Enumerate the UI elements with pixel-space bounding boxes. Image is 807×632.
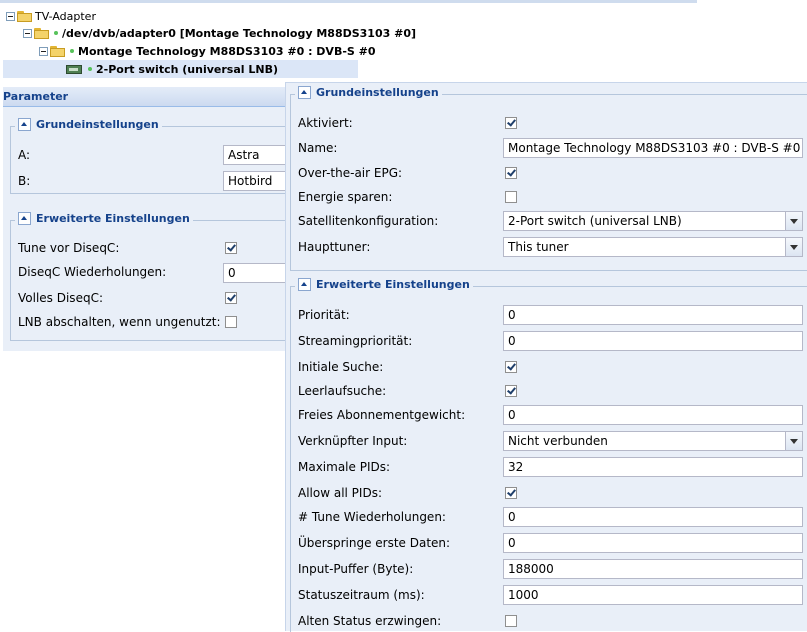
folder-icon [50, 45, 65, 57]
tree-node-label: /dev/dvb/adapter0 [Montage Technology M8… [62, 26, 416, 40]
input-diseqc-repeats[interactable]: 0 [223, 263, 285, 283]
status-dot-icon [88, 67, 92, 71]
field-label-streaming-priority: Streamingpriorität: [298, 334, 413, 348]
input-skip-initial[interactable]: 0 [503, 533, 803, 553]
input-name[interactable]: Montage Technology M88DS3103 #0 : DVB-S … [503, 138, 803, 158]
collapse-toggle-icon[interactable] [6, 11, 15, 21]
field-label-enabled: Aktiviert: [298, 116, 353, 130]
checkbox-allow-all-pids[interactable] [505, 487, 517, 499]
select-satconf[interactable]: 2-Port switch (universal LNB) [503, 211, 803, 231]
tree-node-label: 2-Port switch (universal LNB) [96, 62, 278, 76]
select-value: 2-Port switch (universal LNB) [508, 214, 682, 228]
select-master-tuner[interactable]: This tuner [503, 237, 803, 257]
input-free-weight[interactable]: 0 [503, 405, 803, 425]
field-label-tune-before-diseqc: Tune vor DiseqC: [18, 241, 120, 255]
select-value: This tuner [508, 240, 569, 254]
status-dot-icon [54, 31, 58, 35]
collapse-toggle-icon[interactable] [23, 28, 32, 38]
field-label-idle-scan: Leerlaufsuche: [298, 384, 387, 398]
select-linked-input[interactable]: Nicht verbunden [503, 431, 803, 451]
fieldset-legend: Grundeinstellungen [15, 118, 162, 131]
field-label-name: Name: [298, 141, 338, 155]
checkbox-idle-scan[interactable] [505, 385, 517, 397]
input-tune-repeats[interactable]: 0 [503, 507, 803, 527]
input-priority[interactable]: 0 [503, 305, 803, 325]
legend-label: Erweiterte Einstellungen [316, 278, 470, 291]
field-label-ota-epg: Over-the-air EPG: [298, 166, 403, 180]
input-b[interactable]: Hotbird [223, 171, 285, 191]
chevron-down-icon[interactable] [785, 238, 802, 256]
field-label-master-tuner: Haupttuner: [298, 240, 371, 254]
folder-icon [17, 10, 32, 22]
input-a[interactable]: Astra [223, 145, 285, 165]
chevron-down-icon[interactable] [785, 432, 802, 450]
tree-node-network[interactable]: 2-Port switch (universal LNB) [3, 60, 358, 78]
input-streaming-priority[interactable]: 0 [503, 331, 803, 351]
tree-panel: TV-Adapter /dev/dvb/adapter0 [Montage Te… [0, 0, 700, 80]
network-card-icon [66, 64, 82, 74]
checkbox-force-old-status[interactable] [505, 615, 517, 627]
field-label-diseqc-repeats: DiseqC Wiederholungen: [18, 265, 167, 279]
field-label-power-save: Energie sparen: [298, 190, 393, 204]
tree-node-frontend[interactable]: Montage Technology M88DS3103 #0 : DVB-S … [39, 42, 376, 60]
panel-title: Parameter [3, 87, 285, 107]
legend-label: Erweiterte Einstellungen [36, 212, 190, 225]
collapse-toggle-icon[interactable] [39, 46, 48, 56]
field-label-satconf: Satellitenkonfiguration: [298, 214, 439, 228]
field-label-initial-scan: Initiale Suche: [298, 360, 384, 374]
fieldset-legend: Erweiterte Einstellungen [295, 278, 473, 291]
tree-node-tv-adapter[interactable]: TV-Adapter [6, 7, 96, 25]
checkbox-power-save[interactable] [505, 191, 517, 203]
field-label-a: A: [18, 148, 31, 162]
field-label-tune-repeats: # Tune Wiederholungen: [298, 510, 446, 524]
input-input-buffer[interactable]: 188000 [503, 559, 803, 579]
tree-node-adapter[interactable]: /dev/dvb/adapter0 [Montage Technology M8… [23, 24, 416, 42]
checkbox-enabled[interactable] [505, 117, 517, 129]
tree-node-label: TV-Adapter [35, 9, 96, 23]
settings-panel: Grundeinstellungen Aktiviert: Name: Mont… [285, 82, 807, 632]
checkbox-full-diseqc[interactable] [225, 292, 237, 304]
checkbox-tune-before-diseqc[interactable] [225, 242, 237, 254]
field-label-force-old-status: Alten Status erzwingen: [298, 614, 442, 628]
legend-label: Grundeinstellungen [36, 118, 159, 131]
field-label-priority: Priorität: [298, 308, 350, 322]
fieldset-legend: Erweiterte Einstellungen [15, 212, 193, 225]
field-label-linked-input: Verknüpfter Input: [298, 434, 408, 448]
field-label-max-pids: Maximale PIDs: [298, 460, 391, 474]
fieldset-legend: Grundeinstellungen [295, 86, 442, 99]
select-value: Nicht verbunden [508, 434, 608, 448]
status-dot-icon [70, 49, 74, 53]
collapse-up-icon[interactable] [18, 118, 31, 131]
field-label-full-diseqc: Volles DiseqC: [18, 291, 103, 305]
collapse-up-icon[interactable] [298, 278, 311, 291]
collapse-up-icon[interactable] [18, 212, 31, 225]
field-label-status-period: Statuszeitraum (ms): [298, 588, 425, 602]
field-label-skip-initial: Überspringe erste Daten: [298, 536, 451, 550]
field-label-allow-all-pids: Allow all PIDs: [298, 486, 382, 500]
input-max-pids[interactable]: 32 [503, 457, 803, 477]
field-label-lnb-off: LNB abschalten, wenn ungenutzt: [18, 315, 221, 329]
tree-node-label: Montage Technology M88DS3103 #0 : DVB-S … [78, 44, 376, 58]
field-label-b: B: [18, 174, 31, 188]
legend-label: Grundeinstellungen [316, 86, 439, 99]
tree-top-border [0, 0, 697, 3]
checkbox-lnb-off[interactable] [225, 316, 237, 328]
parameter-panel: Parameter Grundeinstellungen A: Astra B:… [3, 87, 285, 351]
checkbox-ota-epg[interactable] [505, 167, 517, 179]
folder-icon [34, 27, 49, 39]
input-status-period[interactable]: 1000 [503, 585, 803, 605]
collapse-up-icon[interactable] [298, 86, 311, 99]
field-label-input-buffer: Input-Puffer (Byte): [298, 562, 414, 576]
checkbox-initial-scan[interactable] [505, 361, 517, 373]
field-label-free-weight: Freies Abonnementgewicht: [298, 408, 466, 422]
chevron-down-icon[interactable] [785, 212, 802, 230]
